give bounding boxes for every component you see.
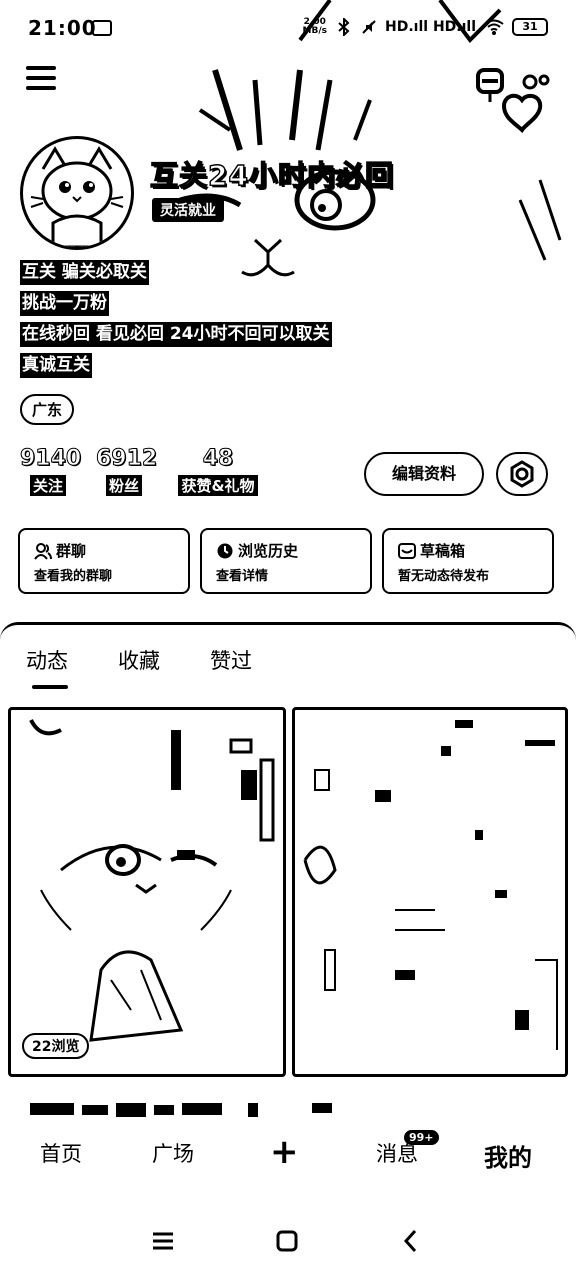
card-subtitle: 暂无动态待发布 <box>398 569 490 584</box>
avatar[interactable] <box>20 136 134 250</box>
avatar-cat-image <box>30 146 124 247</box>
stat-followers[interactable]: 6912 粉丝 <box>96 446 158 496</box>
likes-count: 48 <box>202 446 234 472</box>
bio-line: 真诚互关 <box>20 353 92 378</box>
system-navigation-bar <box>0 1222 576 1272</box>
network-speed: 2.00 MB/s <box>302 17 328 36</box>
post-pattern-image <box>303 720 558 1050</box>
bluetooth-icon <box>338 18 350 36</box>
views-badge: 22浏览 <box>22 1033 90 1059</box>
bio-line: 挑战一万粉 <box>20 291 109 316</box>
battery-icon: 31 <box>512 18 548 36</box>
gear-icon <box>510 460 534 488</box>
accessory-icon[interactable] <box>470 66 550 136</box>
nav-me[interactable]: 我的 <box>484 1138 532 1173</box>
card-subtitle: 查看我的群聊 <box>34 569 113 584</box>
post-thumbnail[interactable] <box>292 707 568 1077</box>
followers-label: 粉丝 <box>105 475 142 496</box>
following-count: 9140 <box>20 446 82 472</box>
likes-label: 获赞&礼物 <box>178 475 258 496</box>
tab-posts[interactable]: 动态 <box>26 645 68 675</box>
messages-badge: 99+ <box>404 1130 439 1145</box>
bio-line: 在线秒回 看见必回 24小时不回可以取关 <box>20 322 332 347</box>
card-browse-history[interactable]: 浏览历史 查看详情 <box>200 528 372 594</box>
nav-create-button[interactable]: + <box>270 1132 299 1172</box>
card-drafts[interactable]: 草稿箱 暂无动态待发布 <box>382 528 554 594</box>
draft-icon <box>398 542 416 559</box>
tab-favorites[interactable]: 收藏 <box>118 645 160 675</box>
post-thumbnail[interactable] <box>8 707 286 1077</box>
notification-icon <box>92 20 112 36</box>
bio-line: 互关 骗关必取关 <box>20 260 149 285</box>
status-time: 21:00 <box>28 16 97 40</box>
menu-lines-icon[interactable] <box>150 1228 176 1254</box>
post-caption-placeholder <box>30 1103 332 1117</box>
post-cat-image <box>29 719 275 1042</box>
mute-icon <box>362 20 376 34</box>
location-tag[interactable]: 广东 <box>20 394 75 425</box>
shortcut-cards: 群聊 查看我的群聊 浏览历史 查看详情 草稿箱 暂无动态待发布 <box>18 528 554 594</box>
card-group-chat[interactable]: 群聊 查看我的群聊 <box>18 528 190 594</box>
tab-liked[interactable]: 赞过 <box>210 645 252 675</box>
following-label: 关注 <box>29 475 66 496</box>
home-square-icon[interactable] <box>274 1228 300 1254</box>
active-tab-indicator <box>32 685 68 689</box>
card-title: 群聊 <box>56 542 87 560</box>
content-tabs: 动态 收藏 赞过 <box>26 645 252 675</box>
stat-likes[interactable]: 48 获赞&礼物 <box>170 446 266 496</box>
status-bar: 21:00 2.00 MB/s HD.ıll HD.ıll 31 <box>0 14 576 48</box>
nav-home[interactable]: 首页 <box>40 1138 82 1168</box>
followers-count: 6912 <box>96 446 158 472</box>
stats-row: 9140 关注 6912 粉丝 48 获赞&礼物 <box>20 446 266 496</box>
bio: 互关 骗关必取关 挑战一万粉 在线秒回 看见必回 24小时不回可以取关 真诚互关 <box>20 260 332 384</box>
card-title: 浏览历史 <box>238 542 299 560</box>
card-subtitle: 查看详情 <box>216 569 269 584</box>
content-panel: 动态 收藏 赞过 22浏览 <box>0 622 576 1122</box>
edit-profile-button[interactable]: 编辑资料 <box>364 452 484 496</box>
group-icon <box>34 542 52 560</box>
signal-icon: HD.ıll HD.ıll <box>385 19 476 35</box>
status-indicators: 2.00 MB/s HD.ıll HD.ıll 31 <box>303 18 548 36</box>
nickname: 互关24小时内必回 <box>149 158 394 192</box>
wifi-icon <box>484 19 504 35</box>
settings-button[interactable] <box>496 452 548 496</box>
nav-square[interactable]: 广场 <box>152 1138 194 1168</box>
card-title: 草稿箱 <box>420 542 466 560</box>
occupation-tag: 灵活就业 <box>152 198 224 222</box>
back-icon[interactable] <box>398 1228 424 1254</box>
bottom-nav: 首页 广场 + 消息 99+ 我的 <box>0 1128 576 1184</box>
clock-icon <box>217 543 233 558</box>
menu-icon[interactable] <box>26 66 56 92</box>
stat-following[interactable]: 9140 关注 <box>20 446 82 496</box>
